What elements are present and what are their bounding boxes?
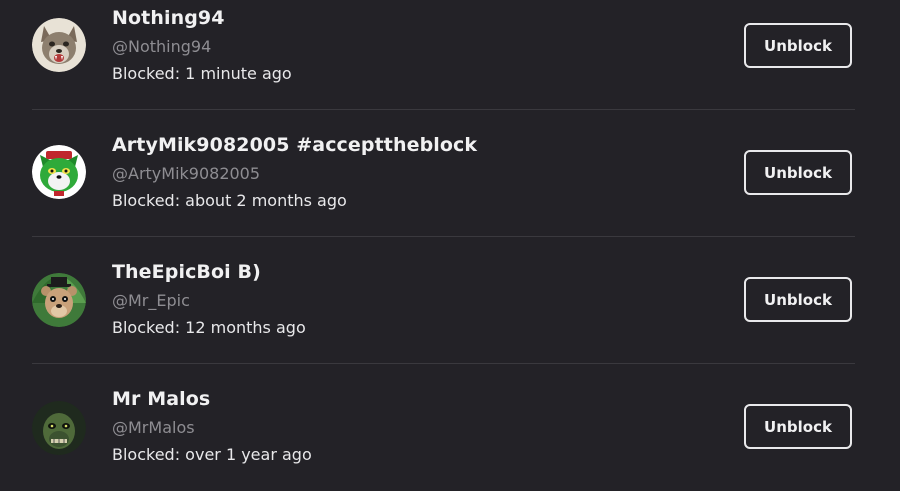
green-cat-avatar-icon[interactable] (32, 145, 86, 199)
blocked-timestamp: Blocked: over 1 year ago (112, 445, 312, 464)
blocked-user-row: Mr Malos @MrMalos Blocked: over 1 year a… (32, 364, 855, 491)
blocked-user-row: TheEpicBoi B) @Mr_Epic Blocked: 12 month… (32, 237, 855, 364)
user-handle: @MrMalos (112, 418, 195, 437)
user-handle: @Nothing94 (112, 37, 212, 56)
blocked-timestamp: Blocked: 1 minute ago (112, 64, 292, 83)
user-display-name[interactable]: ArtyMik9082005 #accepttheblock (112, 134, 477, 156)
blocked-timestamp: Blocked: 12 months ago (112, 318, 306, 337)
blocked-user-row: Nothing94 @Nothing94 Blocked: 1 minute a… (32, 0, 855, 110)
blocked-user-row: ArtyMik9082005 #accepttheblock @ArtyMik9… (32, 110, 855, 237)
unblock-button[interactable]: Unblock (744, 277, 852, 322)
user-display-name[interactable]: Mr Malos (112, 388, 210, 410)
wolf-avatar-icon[interactable] (32, 18, 86, 72)
unblock-button[interactable]: Unblock (744, 150, 852, 195)
springtrap-avatar-icon[interactable] (32, 401, 86, 455)
user-display-name[interactable]: TheEpicBoi B) (112, 261, 261, 283)
user-display-name[interactable]: Nothing94 (112, 7, 225, 29)
blocked-users-list: Nothing94 @Nothing94 Blocked: 1 minute a… (0, 0, 900, 474)
user-handle: @ArtyMik9082005 (112, 164, 261, 183)
blocked-timestamp: Blocked: about 2 months ago (112, 191, 347, 210)
user-handle: @Mr_Epic (112, 291, 190, 310)
unblock-button[interactable]: Unblock (744, 23, 852, 68)
animatronic-avatar-icon[interactable] (32, 273, 86, 327)
unblock-button[interactable]: Unblock (744, 404, 852, 449)
